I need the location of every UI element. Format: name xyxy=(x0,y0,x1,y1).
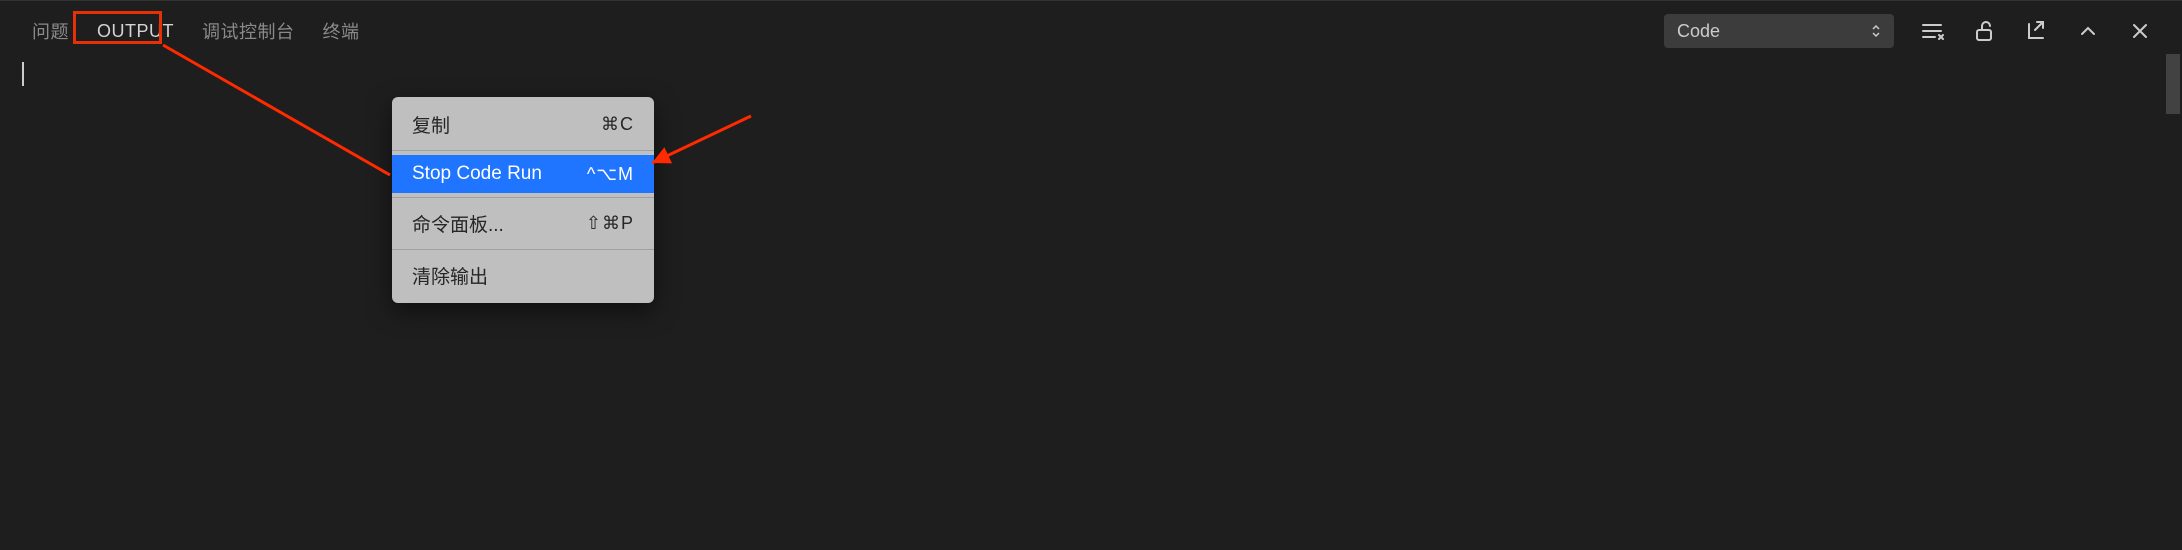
context-menu: 复制 ⌘C Stop Code Run ^⌥M 命令面板... ⇧⌘P 清除输出 xyxy=(392,97,654,303)
output-content-area xyxy=(0,54,2182,550)
clear-output-icon[interactable] xyxy=(1918,17,1946,45)
menu-item-copy[interactable]: 复制 ⌘C xyxy=(392,103,654,146)
dropdown-arrows-icon xyxy=(1871,24,1881,38)
menu-item-command-palette[interactable]: 命令面板... ⇧⌘P xyxy=(392,202,654,245)
open-file-icon[interactable] xyxy=(2022,17,2050,45)
menu-item-label: 复制 xyxy=(412,111,450,138)
panel-header: 问题 OUTPUT 调试控制台 终端 Code xyxy=(0,8,2182,54)
text-cursor xyxy=(22,62,24,86)
menu-item-shortcut: ^⌥M xyxy=(587,164,634,185)
menu-item-label: 命令面板... xyxy=(412,210,504,237)
window-top-border xyxy=(0,0,2182,6)
panel-tabs: 问题 OUTPUT 调试控制台 终端 xyxy=(0,10,374,52)
panel-right-controls: Code xyxy=(1664,14,2182,48)
menu-item-label: 清除输出 xyxy=(412,262,488,289)
menu-separator xyxy=(392,150,654,151)
menu-separator xyxy=(392,249,654,250)
lock-open-icon[interactable] xyxy=(1970,17,1998,45)
tab-terminal[interactable]: 终端 xyxy=(309,10,374,52)
menu-item-clear-output[interactable]: 清除输出 xyxy=(392,254,654,297)
menu-item-shortcut: ⌘C xyxy=(601,114,634,135)
scrollbar-thumb[interactable] xyxy=(2166,54,2180,114)
scrollbar-track[interactable] xyxy=(2164,54,2182,550)
close-icon[interactable] xyxy=(2126,17,2154,45)
dropdown-selected-label: Code xyxy=(1677,21,1720,42)
menu-item-stop-code-run[interactable]: Stop Code Run ^⌥M xyxy=(392,155,654,193)
output-channel-dropdown[interactable]: Code xyxy=(1664,14,1894,48)
menu-item-shortcut: ⇧⌘P xyxy=(586,213,634,234)
chevron-up-icon[interactable] xyxy=(2074,17,2102,45)
tab-problems[interactable]: 问题 xyxy=(18,10,83,52)
tab-debug-console[interactable]: 调试控制台 xyxy=(188,10,309,52)
tab-output[interactable]: OUTPUT xyxy=(83,13,188,50)
menu-separator xyxy=(392,197,654,198)
menu-item-label: Stop Code Run xyxy=(412,163,542,185)
